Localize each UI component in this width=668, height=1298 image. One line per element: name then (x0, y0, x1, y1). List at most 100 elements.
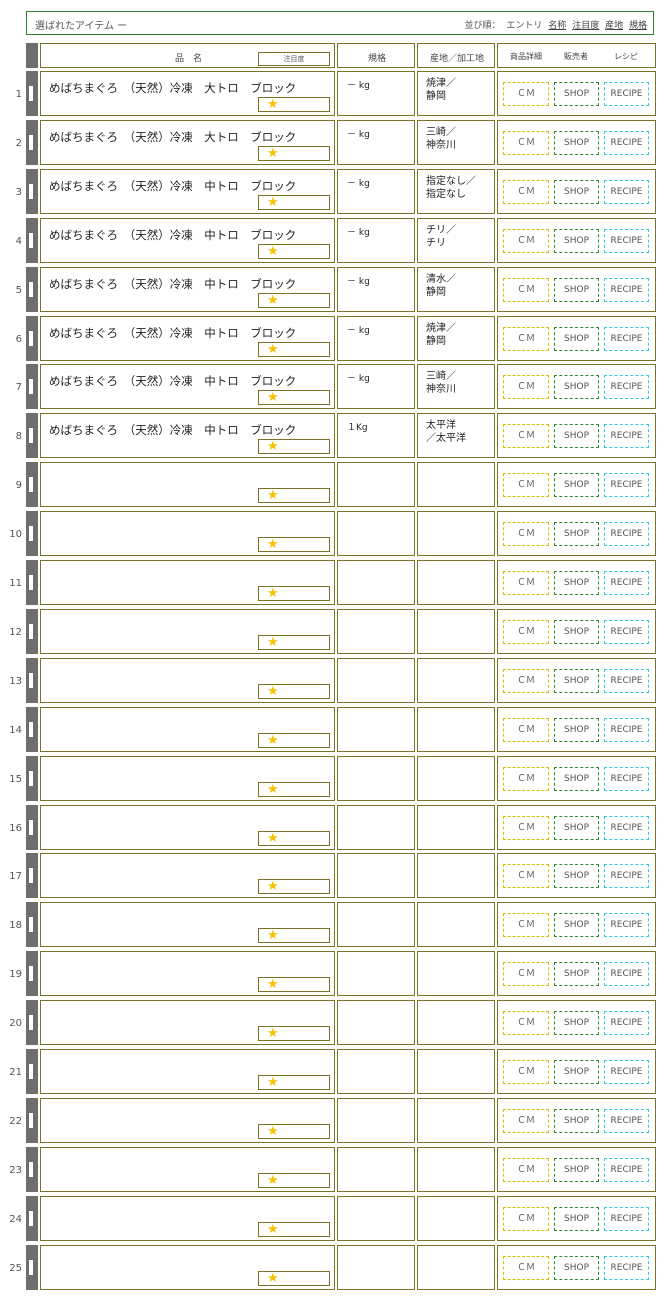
cm-button[interactable]: ＣＭ (503, 473, 549, 497)
shop-button[interactable]: SHOP (554, 718, 599, 742)
cm-button[interactable]: ＣＭ (503, 82, 549, 106)
recipe-button[interactable]: RECIPE (604, 669, 649, 693)
recipe-button[interactable]: RECIPE (604, 1256, 649, 1280)
row-drag-handle[interactable] (26, 1245, 38, 1290)
recipe-button[interactable]: RECIPE (604, 864, 649, 888)
row-drag-handle[interactable] (26, 1049, 38, 1094)
sort-by-origin-link[interactable]: 産地 (605, 21, 623, 31)
sort-by-name-link[interactable]: 名称 (548, 21, 566, 31)
shop-button[interactable]: SHOP (554, 278, 599, 302)
shop-button[interactable]: SHOP (554, 473, 599, 497)
column-attention-label[interactable]: 注目度 (258, 52, 330, 66)
attention-rating[interactable]: ★ (258, 635, 330, 650)
shop-button[interactable]: SHOP (554, 375, 599, 399)
cm-button[interactable]: ＣＭ (503, 522, 549, 546)
recipe-button[interactable]: RECIPE (604, 180, 649, 204)
sort-by-spec-link[interactable]: 規格 (629, 21, 647, 31)
cm-button[interactable]: ＣＭ (503, 1060, 549, 1084)
shop-button[interactable]: SHOP (554, 1158, 599, 1182)
cm-button[interactable]: ＣＭ (503, 1109, 549, 1133)
row-drag-handle[interactable] (26, 609, 38, 654)
shop-button[interactable]: SHOP (554, 424, 599, 448)
row-drag-handle[interactable] (26, 71, 38, 116)
attention-rating[interactable]: ★ (258, 928, 330, 943)
row-drag-handle[interactable] (26, 756, 38, 801)
shop-button[interactable]: SHOP (554, 962, 599, 986)
attention-rating[interactable]: ★ (258, 1026, 330, 1041)
cm-button[interactable]: ＣＭ (503, 913, 549, 937)
shop-button[interactable]: SHOP (554, 816, 599, 840)
row-drag-handle[interactable] (26, 413, 38, 458)
recipe-button[interactable]: RECIPE (604, 424, 649, 448)
recipe-button[interactable]: RECIPE (604, 913, 649, 937)
attention-rating[interactable]: ★ (258, 488, 330, 503)
attention-rating[interactable]: ★ (258, 195, 330, 210)
cm-button[interactable]: ＣＭ (503, 669, 549, 693)
cm-button[interactable]: ＣＭ (503, 816, 549, 840)
row-drag-handle[interactable] (26, 267, 38, 312)
cm-button[interactable]: ＣＭ (503, 278, 549, 302)
attention-rating[interactable]: ★ (258, 684, 330, 699)
recipe-button[interactable]: RECIPE (604, 1158, 649, 1182)
shop-button[interactable]: SHOP (554, 571, 599, 595)
recipe-button[interactable]: RECIPE (604, 571, 649, 595)
cm-button[interactable]: ＣＭ (503, 571, 549, 595)
attention-rating[interactable]: ★ (258, 1271, 330, 1286)
row-drag-handle[interactable] (26, 951, 38, 996)
attention-rating[interactable]: ★ (258, 977, 330, 992)
attention-rating[interactable]: ★ (258, 831, 330, 846)
cm-button[interactable]: ＣＭ (503, 620, 549, 644)
shop-button[interactable]: SHOP (554, 767, 599, 791)
attention-rating[interactable]: ★ (258, 146, 330, 161)
recipe-button[interactable]: RECIPE (604, 327, 649, 351)
cm-button[interactable]: ＣＭ (503, 327, 549, 351)
recipe-button[interactable]: RECIPE (604, 620, 649, 644)
cm-button[interactable]: ＣＭ (503, 1158, 549, 1182)
attention-rating[interactable]: ★ (258, 782, 330, 797)
row-drag-handle[interactable] (26, 560, 38, 605)
row-drag-handle[interactable] (26, 707, 38, 752)
recipe-button[interactable]: RECIPE (604, 816, 649, 840)
attention-rating[interactable]: ★ (258, 390, 330, 405)
shop-button[interactable]: SHOP (554, 864, 599, 888)
shop-button[interactable]: SHOP (554, 131, 599, 155)
shop-button[interactable]: SHOP (554, 522, 599, 546)
cm-button[interactable]: ＣＭ (503, 229, 549, 253)
row-drag-handle[interactable] (26, 805, 38, 850)
cm-button[interactable]: ＣＭ (503, 1207, 549, 1231)
row-drag-handle[interactable] (26, 511, 38, 556)
shop-button[interactable]: SHOP (554, 1109, 599, 1133)
cm-button[interactable]: ＣＭ (503, 864, 549, 888)
recipe-button[interactable]: RECIPE (604, 278, 649, 302)
row-drag-handle[interactable] (26, 853, 38, 898)
shop-button[interactable]: SHOP (554, 1207, 599, 1231)
recipe-button[interactable]: RECIPE (604, 767, 649, 791)
sort-by-attention-link[interactable]: 注目度 (572, 21, 599, 31)
attention-rating[interactable]: ★ (258, 293, 330, 308)
cm-button[interactable]: ＣＭ (503, 180, 549, 204)
row-drag-handle[interactable] (26, 1196, 38, 1241)
cm-button[interactable]: ＣＭ (503, 962, 549, 986)
row-drag-handle[interactable] (26, 1147, 38, 1192)
attention-rating[interactable]: ★ (258, 1075, 330, 1090)
row-drag-handle[interactable] (26, 218, 38, 263)
shop-button[interactable]: SHOP (554, 327, 599, 351)
cm-button[interactable]: ＣＭ (503, 375, 549, 399)
recipe-button[interactable]: RECIPE (604, 82, 649, 106)
shop-button[interactable]: SHOP (554, 1011, 599, 1035)
recipe-button[interactable]: RECIPE (604, 229, 649, 253)
cm-button[interactable]: ＣＭ (503, 767, 549, 791)
row-drag-handle[interactable] (26, 1000, 38, 1045)
shop-button[interactable]: SHOP (554, 229, 599, 253)
row-drag-handle[interactable] (26, 169, 38, 214)
cm-button[interactable]: ＣＭ (503, 424, 549, 448)
shop-button[interactable]: SHOP (554, 1060, 599, 1084)
row-drag-handle[interactable] (26, 1098, 38, 1143)
attention-rating[interactable]: ★ (258, 439, 330, 454)
cm-button[interactable]: ＣＭ (503, 1011, 549, 1035)
row-drag-handle[interactable] (26, 316, 38, 361)
row-drag-handle[interactable] (26, 120, 38, 165)
shop-button[interactable]: SHOP (554, 1256, 599, 1280)
attention-rating[interactable]: ★ (258, 1222, 330, 1237)
recipe-button[interactable]: RECIPE (604, 131, 649, 155)
